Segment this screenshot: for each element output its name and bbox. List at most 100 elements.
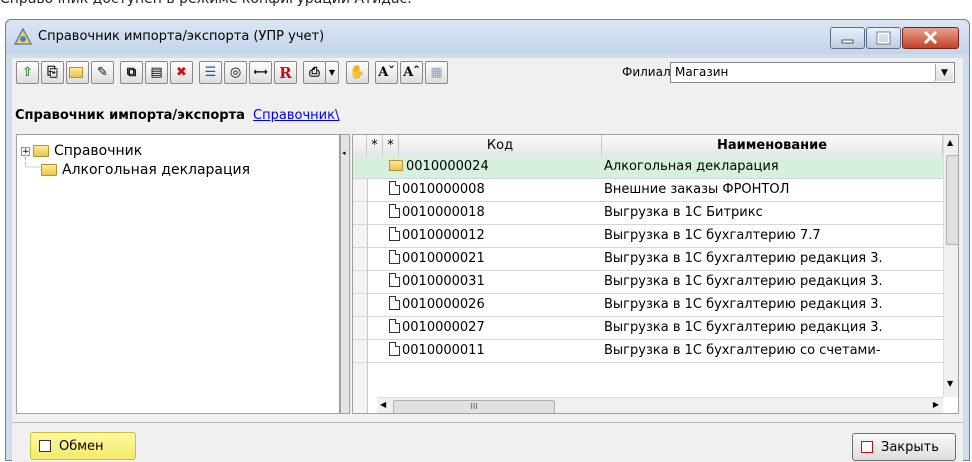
- minimize-button[interactable]: [830, 27, 865, 49]
- folder-tree: + Справочник Алкогольная декларация: [16, 134, 340, 414]
- favorites-button[interactable]: ✋: [346, 61, 369, 84]
- favorites-icon: ✋: [349, 65, 366, 80]
- scroll-down-icon[interactable]: ▼: [947, 379, 953, 388]
- exchange-button[interactable]: Обмен: [30, 432, 136, 460]
- cell-code-text: 0010000012: [402, 228, 485, 243]
- close-button[interactable]: Закрыть: [852, 433, 956, 461]
- edit-button[interactable]: ✎: [91, 61, 114, 84]
- table-row[interactable]: 0010000024 Алкогольная декларация: [353, 156, 943, 179]
- cell-code-text: 0010000011: [402, 343, 485, 358]
- cell-code-text: 0010000018: [402, 205, 485, 220]
- copy-button[interactable]: ⧉: [120, 61, 143, 84]
- cell-name: Выгрузка в 1С бухгалтерию со счетами-: [604, 343, 881, 358]
- cell-code-text: 0010000031: [402, 274, 485, 289]
- column-header-star2[interactable]: *: [383, 135, 399, 156]
- row-indicator-header: [353, 135, 367, 156]
- tree-node-alco[interactable]: Алкогольная декларация: [41, 160, 250, 180]
- font-increase-button[interactable]: Aˆ: [400, 61, 423, 84]
- font-decrease-button[interactable]: Aˇ: [375, 61, 398, 84]
- folder-icon: [41, 164, 57, 176]
- grid-settings-button[interactable]: ▦: [425, 61, 448, 84]
- table-row[interactable]: 0010000011 Выгрузка в 1С бухгалтерию со с…: [353, 340, 943, 363]
- tree-node-label: Алкогольная декларация: [62, 162, 251, 178]
- document-icon: [389, 319, 400, 333]
- cell-code: 0010000011: [389, 340, 602, 362]
- report-button[interactable]: R: [274, 61, 297, 84]
- vertical-scroll-thumb[interactable]: [946, 155, 958, 245]
- scroll-left-icon[interactable]: ◀: [380, 400, 386, 409]
- grid-header: * * Код Наименование: [353, 135, 943, 157]
- scroll-up-icon[interactable]: ▲: [947, 138, 953, 147]
- print-dropdown-button[interactable]: ▼: [325, 61, 339, 84]
- pane-splitter[interactable]: ◂: [340, 134, 350, 414]
- window-body: ⇧ ⎘ ✎ ⧉ ▤ ✖ ☰ ◎ ⟷ R ⎙ ▼ ✋ Aˇ Aˆ ▦ Филиал…: [12, 58, 963, 462]
- cell-code: 0010000012: [389, 225, 602, 247]
- properties-button[interactable]: ▤: [145, 61, 168, 84]
- document-icon: [389, 296, 400, 310]
- font-smaller-icon: Aˇ: [378, 65, 395, 80]
- properties-icon: ▤: [150, 65, 163, 80]
- cell-name: Выгрузка в 1С бухгалтерию редакция 3.: [604, 297, 883, 312]
- scroll-right-icon[interactable]: ▶: [933, 400, 939, 409]
- document-icon: [389, 181, 400, 195]
- fit-columns-button[interactable]: ⟷: [249, 61, 272, 84]
- folder-icon: [69, 67, 83, 78]
- tree-node-label: Справочник: [54, 143, 143, 159]
- delete-icon: ✖: [176, 65, 187, 80]
- search-button[interactable]: ◎: [224, 61, 247, 84]
- filial-label: Филиал: [622, 65, 671, 79]
- table-row[interactable]: 0010000021 Выгрузка в 1С бухгалтерию реда…: [353, 248, 943, 271]
- delete-button[interactable]: ✖: [170, 61, 193, 84]
- cell-name: Выгрузка в 1С бухгалтерию 7.7: [604, 228, 821, 243]
- table-row[interactable]: 0010000027 Выгрузка в 1С бухгалтерию реда…: [353, 317, 943, 340]
- filial-select[interactable]: Магазин ▼: [670, 62, 955, 83]
- horizontal-scrollbar[interactable]: ◀ III ▶: [377, 397, 943, 413]
- list-icon: ☰: [204, 65, 217, 80]
- table-row[interactable]: 0010000012 Выгрузка в 1С бухгалтерию 7.7: [353, 225, 943, 248]
- cell-name: Алкогольная декларация: [604, 159, 779, 174]
- close-icon: [923, 30, 938, 45]
- horizontal-scroll-thumb[interactable]: III: [393, 400, 555, 413]
- table-row[interactable]: 0010000008 Внешние заказы ФРОНТОЛ: [353, 179, 943, 202]
- font-larger-icon: Aˆ: [403, 65, 420, 80]
- items-grid: * * Код Наименование ▶ 0010000024 Алкогол…: [352, 134, 959, 414]
- cell-code-text: 0010000027: [402, 320, 485, 335]
- collapse-icon[interactable]: ◂: [342, 149, 348, 157]
- close-door-icon: [861, 441, 873, 453]
- vertical-scrollbar[interactable]: ▲ ▼: [943, 135, 958, 397]
- breadcrumb-link[interactable]: Справочник\: [253, 108, 339, 123]
- app-icon: [14, 28, 32, 45]
- arrow-up-icon: ⇧: [22, 65, 33, 80]
- cell-code-text: 0010000026: [402, 297, 485, 312]
- cell-code: 0010000018: [389, 202, 602, 224]
- table-row[interactable]: 0010000026 Выгрузка в 1С бухгалтерию реда…: [353, 294, 943, 317]
- table-row[interactable]: 0010000031 Выгрузка в 1С бухгалтерию реда…: [353, 271, 943, 294]
- new-folder-button[interactable]: [66, 61, 89, 84]
- list-view-button[interactable]: ☰: [199, 61, 222, 84]
- exchange-icon: [39, 440, 51, 452]
- breadcrumb: Справочник импорта/экспорта Справочник\: [15, 108, 339, 123]
- print-button[interactable]: ⎙: [303, 61, 326, 84]
- maximize-button[interactable]: [866, 27, 901, 49]
- close-window-button[interactable]: [902, 27, 959, 49]
- column-header-code[interactable]: Код: [399, 135, 602, 156]
- footer-divider: [12, 422, 963, 423]
- dialog-window: Справочник импорта/экспорта (УПР учет) ⇧…: [5, 19, 970, 462]
- table-row[interactable]: 0010000018 Выгрузка в 1С Битрикс: [353, 202, 943, 225]
- page-caption: Справочник доступен в режиме конфигураци…: [0, 0, 412, 9]
- document-icon: [389, 273, 400, 287]
- chevron-down-icon[interactable]: ▼: [935, 64, 953, 81]
- cell-name: Выгрузка в 1С Битрикс: [604, 205, 763, 220]
- copy-icon: ⧉: [126, 65, 137, 80]
- cell-code: 0010000026: [389, 294, 602, 316]
- column-header-star1[interactable]: *: [367, 135, 383, 156]
- new-item-button[interactable]: ⎘: [41, 61, 64, 84]
- cell-name: Выгрузка в 1С бухгалтерию редакция 3.: [604, 320, 883, 335]
- cell-code-text: 0010000021: [402, 251, 485, 266]
- column-header-name[interactable]: Наименование: [602, 135, 943, 156]
- cell-name: Внешние заказы ФРОНТОЛ: [604, 182, 790, 197]
- breadcrumb-title: Справочник импорта/экспорта: [15, 108, 245, 123]
- up-level-button[interactable]: ⇧: [16, 61, 39, 84]
- window-title: Справочник импорта/экспорта (УПР учет): [38, 29, 325, 44]
- title-bar[interactable]: Справочник импорта/экспорта (УПР учет): [6, 20, 969, 54]
